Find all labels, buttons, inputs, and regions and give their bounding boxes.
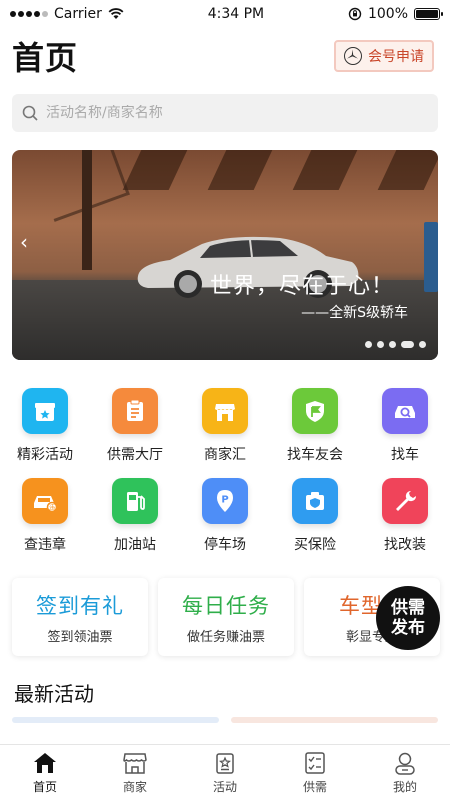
tab-label: 首页 xyxy=(32,779,57,794)
grid-label: 精彩活动 xyxy=(17,447,73,463)
search-bar[interactable] xyxy=(12,94,438,132)
grid-item-supply-demand[interactable]: 供需大厅 xyxy=(90,388,180,464)
clipboard-icon xyxy=(112,388,158,434)
activity-icon xyxy=(216,752,234,774)
grid-label: 供需大厅 xyxy=(107,447,163,463)
grid-label: 找车 xyxy=(391,447,419,463)
banner-dot[interactable] xyxy=(365,341,372,348)
wall-shadow xyxy=(122,150,188,190)
publish-supply-demand-button[interactable]: 供需 发布 xyxy=(376,586,440,650)
grid-label: 查违章 xyxy=(24,537,66,553)
promo-subtitle: 签到领油票 xyxy=(47,629,113,645)
svg-text:P: P xyxy=(221,495,228,506)
promo-card-daily-tasks[interactable]: 每日任务 做任务赚油票 xyxy=(158,578,294,656)
activity-card-edge[interactable] xyxy=(12,717,219,723)
car-search-icon xyxy=(382,388,428,434)
promo-title: 每日任务 xyxy=(182,593,270,618)
tab-bar: 首页 商家 活动 供需 我的 xyxy=(0,744,450,800)
grid-item-violations[interactable]: 违 查违章 xyxy=(0,478,90,554)
status-bar: Carrier 4:34 PM 100% xyxy=(0,0,450,28)
tab-home[interactable]: 首页 xyxy=(0,745,90,800)
promo-title: 签到有礼 xyxy=(36,593,124,618)
flag-shield-icon xyxy=(292,388,338,434)
promo-banner[interactable]: ‹ 世界，尽在于心！ ——全新S级轿车 xyxy=(12,150,438,360)
insurance-icon xyxy=(292,478,338,524)
shop-icon xyxy=(123,752,147,774)
tab-profile[interactable]: 我的 xyxy=(360,745,450,800)
banner-pagination[interactable] xyxy=(365,341,426,348)
fab-line: 发布 xyxy=(391,618,425,638)
grid-item-gas-station[interactable]: 加油站 xyxy=(90,478,180,554)
carrier-label: Carrier xyxy=(54,6,102,22)
fuel-pump-icon xyxy=(112,478,158,524)
promo-subtitle: 做任务赚油票 xyxy=(186,629,265,645)
member-apply-button[interactable]: 会号申请 xyxy=(334,40,434,72)
storefront-icon xyxy=(202,388,248,434)
wall-shadow xyxy=(207,150,273,190)
status-left: Carrier xyxy=(10,6,124,22)
battery-percent: 100% xyxy=(367,6,408,22)
grid-label: 停车场 xyxy=(204,537,246,553)
search-input[interactable] xyxy=(46,105,428,121)
grid-label: 加油站 xyxy=(114,537,156,553)
member-apply-label: 会号申请 xyxy=(368,49,424,65)
parking-icon: P xyxy=(202,478,248,524)
orientation-lock-icon xyxy=(348,7,362,21)
grid-item-modification[interactable]: 找改装 xyxy=(360,478,450,554)
feature-grid: 精彩活动 供需大厅 商家汇 找车友会 找车 违 查违章 加油站 P 停车场 买保… xyxy=(0,388,450,554)
mercedes-star-icon xyxy=(344,47,362,65)
signal-icon xyxy=(10,11,48,17)
grid-label: 买保险 xyxy=(294,537,336,553)
fab-line: 供需 xyxy=(391,598,425,619)
tab-label: 活动 xyxy=(212,779,237,794)
clock: 4:34 PM xyxy=(207,6,265,22)
grid-label: 找改装 xyxy=(384,537,426,553)
header: 首页 会号申请 xyxy=(0,28,450,80)
section-title: 最新活动 xyxy=(14,682,94,706)
charging-station xyxy=(424,222,438,292)
grid-item-find-car[interactable]: 找车 xyxy=(360,388,450,464)
grid-item-parking[interactable]: P 停车场 xyxy=(180,478,270,554)
battery-icon xyxy=(414,8,443,20)
checklist-icon xyxy=(305,751,325,774)
search-icon xyxy=(22,105,38,121)
car-violation-icon: 违 xyxy=(22,478,68,524)
grid-item-activities[interactable]: 精彩活动 xyxy=(0,388,90,464)
promo-row: 签到有礼 签到领油票 每日任务 做任务赚油票 车型认 彰显专属 供需 发布 xyxy=(12,578,440,656)
tab-label: 商家 xyxy=(122,779,147,794)
tab-label: 供需 xyxy=(302,779,327,794)
status-right: 100% xyxy=(348,6,443,22)
wifi-icon xyxy=(108,8,124,19)
banner-dot[interactable] xyxy=(419,341,426,348)
banner-slogan: 世界，尽在于心！ xyxy=(209,274,394,299)
banner-dot[interactable] xyxy=(377,341,384,348)
banner-dot[interactable] xyxy=(389,341,396,348)
banner-subtitle: ——全新S级轿车 xyxy=(301,305,408,321)
tree-trunk xyxy=(82,150,92,270)
grid-item-car-club[interactable]: 找车友会 xyxy=(270,388,360,464)
banner-dot-active[interactable] xyxy=(401,341,414,348)
grid-label: 找车友会 xyxy=(287,447,343,463)
tab-label: 我的 xyxy=(392,779,417,794)
grid-label: 商家汇 xyxy=(204,447,246,463)
wall-shadow xyxy=(292,150,358,190)
tab-merchants[interactable]: 商家 xyxy=(90,745,180,800)
grid-item-insurance[interactable]: 买保险 xyxy=(270,478,360,554)
tab-activities[interactable]: 活动 xyxy=(180,745,270,800)
profile-icon xyxy=(395,752,415,775)
promo-card-checkin[interactable]: 签到有礼 签到领油票 xyxy=(12,578,148,656)
banner-prev-icon[interactable]: ‹ xyxy=(20,230,28,254)
svg-text:违: 违 xyxy=(49,505,55,512)
gift-box-icon xyxy=(22,388,68,434)
wall-shadow xyxy=(377,150,438,190)
home-icon xyxy=(34,752,56,773)
activity-card-edge[interactable] xyxy=(231,717,438,723)
activity-preview xyxy=(12,717,438,723)
page-title: 首页 xyxy=(12,39,79,77)
grid-item-merchants[interactable]: 商家汇 xyxy=(180,388,270,464)
tab-supply-demand[interactable]: 供需 xyxy=(270,745,360,800)
wrench-icon xyxy=(382,478,428,524)
